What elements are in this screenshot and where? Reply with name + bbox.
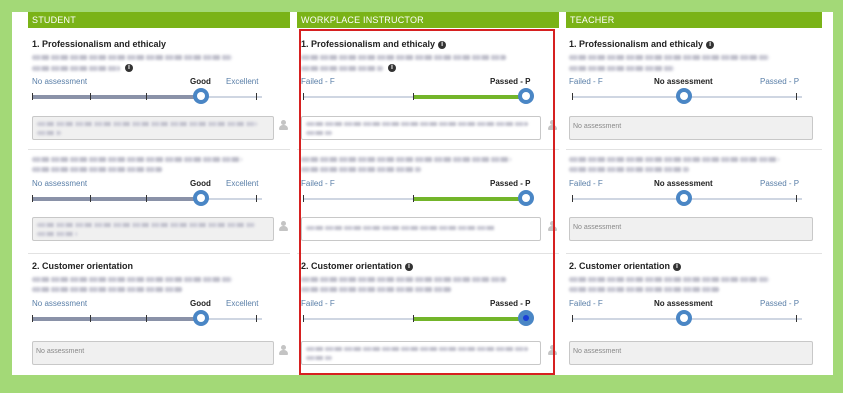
scale-label-left: Failed - F xyxy=(301,299,335,308)
comment-placeholder: No assessment xyxy=(573,123,622,130)
comment-field[interactable] xyxy=(301,116,541,140)
rating-fill xyxy=(413,317,527,321)
rating-fill xyxy=(413,197,527,201)
comment-field[interactable]: No assessment xyxy=(569,341,813,365)
person-icon xyxy=(279,345,288,355)
scale-label-right: Excellent xyxy=(226,77,259,86)
scale-label-left: No assessment xyxy=(32,179,88,188)
person-icon xyxy=(548,120,557,130)
rating-slider-handle[interactable] xyxy=(193,190,209,206)
scale-label-right: Passed - P xyxy=(490,77,531,86)
scale-label-right: Excellent xyxy=(226,299,259,308)
scale-label-middle: No assessment xyxy=(654,77,713,86)
comment-placeholder: No assessment xyxy=(36,348,85,355)
person-icon xyxy=(548,221,557,231)
rating-fill xyxy=(32,317,200,321)
rating-fill xyxy=(32,95,200,99)
student-column: STUDENT 1. Professionalism and ethicaly … xyxy=(28,12,290,375)
person-icon xyxy=(548,345,557,355)
scale-label-left: No assessment xyxy=(32,77,88,86)
scale-label-right: Passed - P xyxy=(760,77,800,86)
section-title: 2. Customer orientation i xyxy=(301,261,414,271)
comment-field[interactable] xyxy=(32,116,274,140)
scale-label-right: Passed - P xyxy=(760,299,800,308)
person-icon xyxy=(279,120,288,130)
person-icon xyxy=(279,221,288,231)
comment-field[interactable] xyxy=(301,217,541,241)
info-icon[interactable]: i xyxy=(673,263,682,271)
scale-label-left: Failed - F xyxy=(301,77,335,86)
section-title: 2. Customer orientation i xyxy=(569,261,682,271)
scale-label-left: Failed - F xyxy=(569,299,603,308)
teacher-column-header: TEACHER xyxy=(566,12,822,28)
instructor-column: WORKPLACE INSTRUCTOR 1. Professionalism … xyxy=(297,12,559,375)
scale-label-left: Failed - F xyxy=(569,179,603,188)
rating-fill xyxy=(413,95,527,99)
info-icon[interactable]: i xyxy=(438,41,447,49)
assessment-panel: STUDENT 1. Professionalism and ethicaly … xyxy=(12,12,833,375)
student-section-2: No assessment Good Excellent xyxy=(28,149,290,254)
info-icon[interactable]: i xyxy=(405,263,414,271)
scale-label-middle: No assessment xyxy=(654,299,713,308)
scale-label-middle: Good xyxy=(190,179,211,188)
comment-field[interactable] xyxy=(32,217,274,241)
comment-field[interactable]: No assessment xyxy=(569,116,813,140)
scale-label-left: No assessment xyxy=(32,299,88,308)
teacher-section-1: 1. Professionalism and ethicaly i Failed … xyxy=(566,29,822,149)
instructor-section-3: 2. Customer orientation i Failed - F Pass… xyxy=(297,253,559,375)
rating-fill xyxy=(32,197,200,201)
scale-label-right: Passed - P xyxy=(490,179,531,188)
instructor-section-2: Failed - F Passed - P xyxy=(297,149,559,254)
comment-placeholder: No assessment xyxy=(573,348,622,355)
scale-label-right: Excellent xyxy=(226,179,259,188)
comment-field[interactable]: No assessment xyxy=(569,217,813,241)
teacher-section-3: 2. Customer orientation i Failed - F No a… xyxy=(566,253,822,375)
info-icon[interactable]: i xyxy=(706,41,715,49)
scale-label-middle: No assessment xyxy=(654,179,713,188)
rating-slider-handle[interactable] xyxy=(518,310,534,326)
scale-label-right: Passed - P xyxy=(760,179,800,188)
section-title: 1. Professionalism and ethicaly i xyxy=(569,39,715,49)
teacher-column: TEACHER 1. Professionalism and ethicaly i… xyxy=(566,12,822,375)
rating-slider-handle[interactable] xyxy=(518,190,534,206)
info-icon[interactable]: i xyxy=(388,64,396,72)
instructor-column-header: WORKPLACE INSTRUCTOR xyxy=(297,12,559,28)
rating-slider-handle[interactable] xyxy=(193,88,209,104)
rating-slider-handle[interactable] xyxy=(676,310,692,326)
section-title: 2. Customer orientation xyxy=(32,261,134,271)
comment-field[interactable]: No assessment xyxy=(32,341,274,365)
scale-label-left: Failed - F xyxy=(569,77,603,86)
rating-slider-handle[interactable] xyxy=(676,88,692,104)
rating-slider-handle[interactable] xyxy=(676,190,692,206)
rating-slider-handle[interactable] xyxy=(518,88,534,104)
scale-label-left: Failed - F xyxy=(301,179,335,188)
scale-label-right: Passed - P xyxy=(490,299,531,308)
section-title: 1. Professionalism and ethicaly xyxy=(32,39,167,49)
student-section-3: 2. Customer orientation No assessment Go… xyxy=(28,253,290,375)
teacher-section-2: Failed - F No assessment Passed - P No a… xyxy=(566,149,822,254)
student-column-header: STUDENT xyxy=(28,12,290,28)
student-section-1: 1. Professionalism and ethicaly i No ass… xyxy=(28,29,290,149)
info-icon[interactable]: i xyxy=(125,64,133,72)
comment-field[interactable] xyxy=(301,341,541,365)
section-title: 1. Professionalism and ethicaly i xyxy=(301,39,447,49)
rating-slider-handle[interactable] xyxy=(193,310,209,326)
instructor-section-1: 1. Professionalism and ethicaly i i Faile… xyxy=(297,29,559,149)
comment-placeholder: No assessment xyxy=(573,224,622,231)
scale-label-middle: Good xyxy=(190,77,211,86)
scale-label-middle: Good xyxy=(190,299,211,308)
